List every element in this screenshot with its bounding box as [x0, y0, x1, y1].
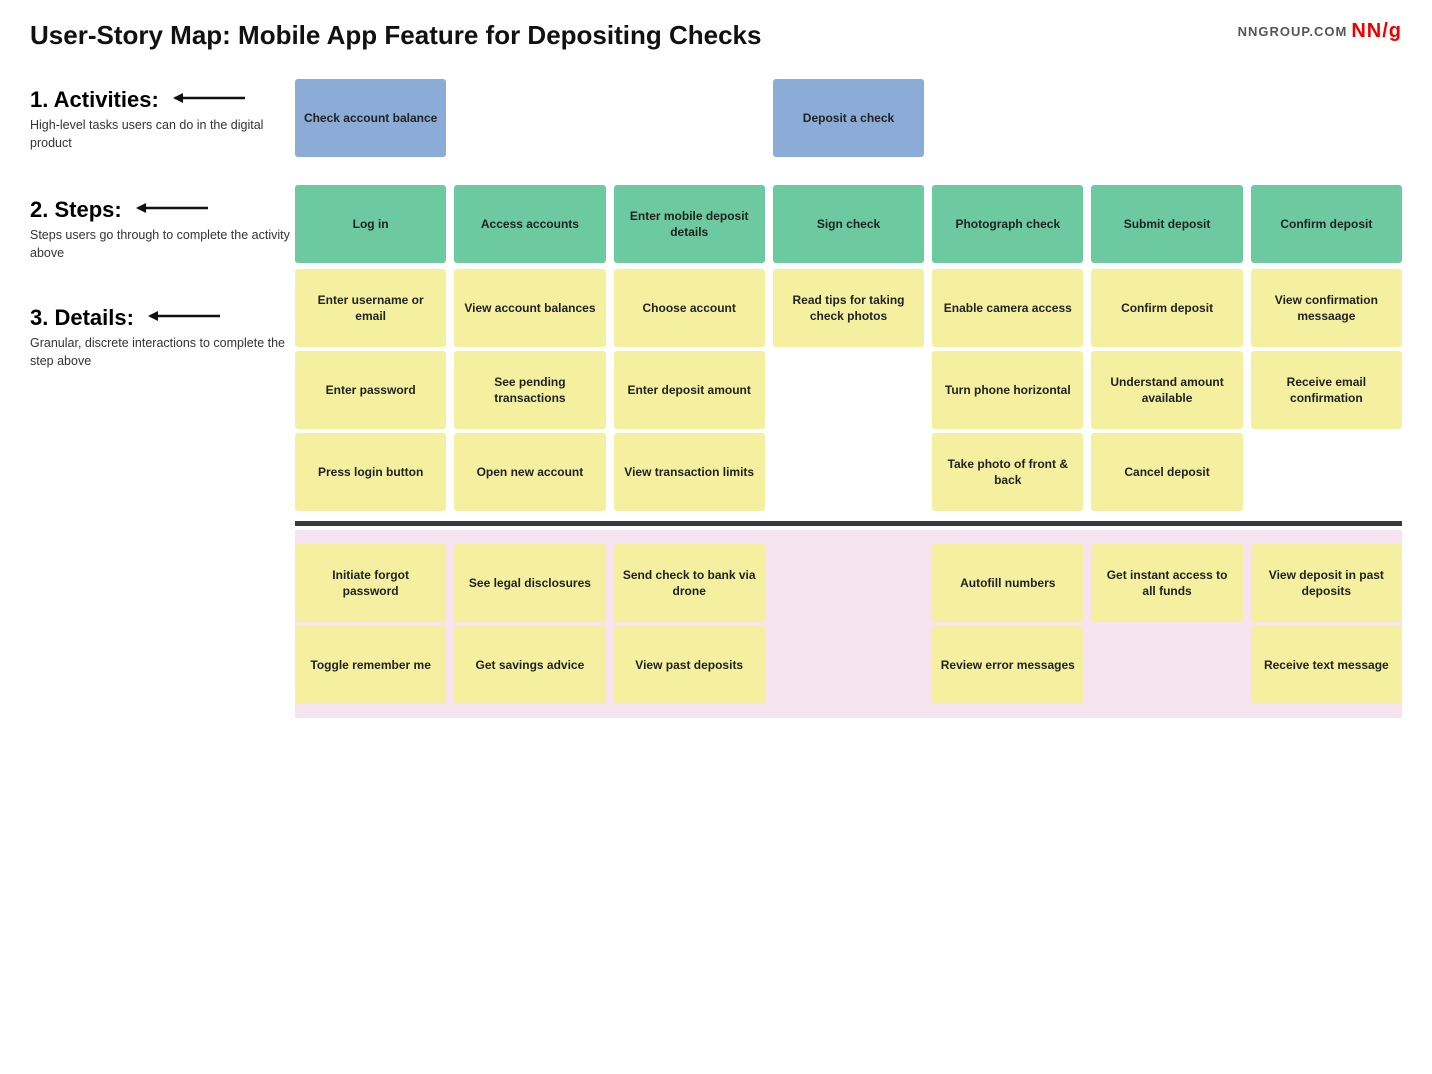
- card-see-legal: See legal disclosures: [454, 544, 605, 622]
- card-empty-a5: [932, 79, 1083, 157]
- details-label: 3. Details:: [30, 305, 295, 331]
- brand: NNGROUP.COM NN/g: [1238, 20, 1402, 43]
- card-enter-password: Enter password: [295, 351, 446, 429]
- steps-desc: Steps users go through to complete the a…: [30, 226, 295, 262]
- card-view-transaction-limits: View transaction limits: [614, 433, 765, 511]
- card-empty-d3-4: [773, 433, 924, 511]
- details-label-block: 3. Details: Granular, discrete interacti…: [30, 295, 295, 523]
- card-receive-text: Receive text message: [1251, 626, 1402, 704]
- card-press-login: Press login button: [295, 433, 446, 511]
- card-toggle-remember: Toggle remember me: [295, 626, 446, 704]
- card-review-error: Review error messages: [932, 626, 1083, 704]
- card-confirm-deposit-detail: Confirm deposit: [1091, 269, 1242, 347]
- activities-heading: 1. Activities:: [30, 87, 159, 113]
- card-view-past-deposits: View past deposits: [614, 626, 765, 704]
- details-arrow-icon: [148, 307, 228, 330]
- card-empty-d2-4: [773, 351, 924, 429]
- card-empty-a7: [1251, 79, 1402, 157]
- card-check-account-balance: Check account balance: [295, 79, 446, 157]
- card-open-new-account: Open new account: [454, 433, 605, 511]
- low-priority-row-1: Initiate forgot password See legal discl…: [295, 538, 1402, 624]
- card-send-check-drone: Send check to bank via drone: [614, 544, 765, 622]
- right-grid: Check account balance Deposit a check Lo…: [295, 69, 1402, 718]
- card-read-tips: Read tips for taking check photos: [773, 269, 924, 347]
- brand-logo: NN/g: [1351, 20, 1402, 43]
- left-labels: 1. Activities: High-level tasks users ca…: [30, 69, 295, 718]
- thick-divider: [295, 521, 1402, 526]
- details-row-3: Press login button Open new account View…: [295, 431, 1402, 517]
- card-access-accounts: Access accounts: [454, 185, 605, 263]
- card-empty-a2: [454, 79, 605, 157]
- card-enter-mobile-deposit: Enter mobile deposit details: [614, 185, 765, 263]
- steps-heading: 2. Steps:: [30, 197, 122, 223]
- card-get-savings: Get savings advice: [454, 626, 605, 704]
- card-enter-username: Enter username or email: [295, 269, 446, 347]
- card-empty-lp2-6: [1091, 626, 1242, 704]
- card-view-confirmation: View confirmation messaage: [1251, 269, 1402, 347]
- brand-text: NNGROUP.COM: [1238, 24, 1348, 39]
- page-title: User-Story Map: Mobile App Feature for D…: [30, 20, 761, 51]
- low-priority-section: Initiate forgot password See legal discl…: [295, 530, 1402, 718]
- card-log-in: Log in: [295, 185, 446, 263]
- card-view-deposit-past: View deposit in past deposits: [1251, 544, 1402, 622]
- steps-label-block: 2. Steps: Steps users go through to comp…: [30, 187, 295, 295]
- card-sign-check: Sign check: [773, 185, 924, 263]
- card-turn-phone: Turn phone horizontal: [932, 351, 1083, 429]
- card-choose-account: Choose account: [614, 269, 765, 347]
- steps-row: Log in Access accounts Enter mobile depo…: [295, 179, 1402, 267]
- activities-row: Check account balance Deposit a check: [295, 69, 1402, 179]
- low-priority-row-2: Toggle remember me Get savings advice Vi…: [295, 624, 1402, 710]
- card-empty-d3-7: [1251, 433, 1402, 511]
- details-row-2: Enter password See pending transactions …: [295, 349, 1402, 431]
- page-header: User-Story Map: Mobile App Feature for D…: [30, 20, 1402, 51]
- card-enter-deposit-amount: Enter deposit amount: [614, 351, 765, 429]
- card-empty-a6: [1091, 79, 1242, 157]
- card-empty-lp2-4: [773, 626, 924, 704]
- card-empty-lp1-4: [773, 544, 924, 622]
- card-empty-a3: [614, 79, 765, 157]
- card-receive-email: Receive email confirmation: [1251, 351, 1402, 429]
- card-confirm-deposit-step: Confirm deposit: [1251, 185, 1402, 263]
- activities-desc: High-level tasks users can do in the dig…: [30, 116, 295, 152]
- card-cancel-deposit: Cancel deposit: [1091, 433, 1242, 511]
- card-deposit-a-check: Deposit a check: [773, 79, 924, 157]
- activities-label-block: 1. Activities: High-level tasks users ca…: [30, 69, 295, 187]
- card-view-account-balances: View account balances: [454, 269, 605, 347]
- card-submit-deposit: Submit deposit: [1091, 185, 1242, 263]
- steps-label: 2. Steps:: [30, 197, 295, 223]
- card-enable-camera: Enable camera access: [932, 269, 1083, 347]
- card-initiate-forgot: Initiate forgot password: [295, 544, 446, 622]
- card-get-instant-access: Get instant access to all funds: [1091, 544, 1242, 622]
- card-autofill: Autofill numbers: [932, 544, 1083, 622]
- card-see-pending: See pending transactions: [454, 351, 605, 429]
- full-layout: 1. Activities: High-level tasks users ca…: [30, 69, 1402, 718]
- card-photograph-check: Photograph check: [932, 185, 1083, 263]
- steps-arrow-icon: [136, 199, 216, 222]
- card-take-photo: Take photo of front & back: [932, 433, 1083, 511]
- card-understand-amount: Understand amount available: [1091, 351, 1242, 429]
- details-desc: Granular, discrete interactions to compl…: [30, 334, 295, 370]
- activities-label: 1. Activities:: [30, 87, 295, 113]
- details-heading: 3. Details:: [30, 305, 134, 331]
- activities-arrow-icon: [173, 89, 253, 112]
- details-row-1: Enter username or email View account bal…: [295, 267, 1402, 349]
